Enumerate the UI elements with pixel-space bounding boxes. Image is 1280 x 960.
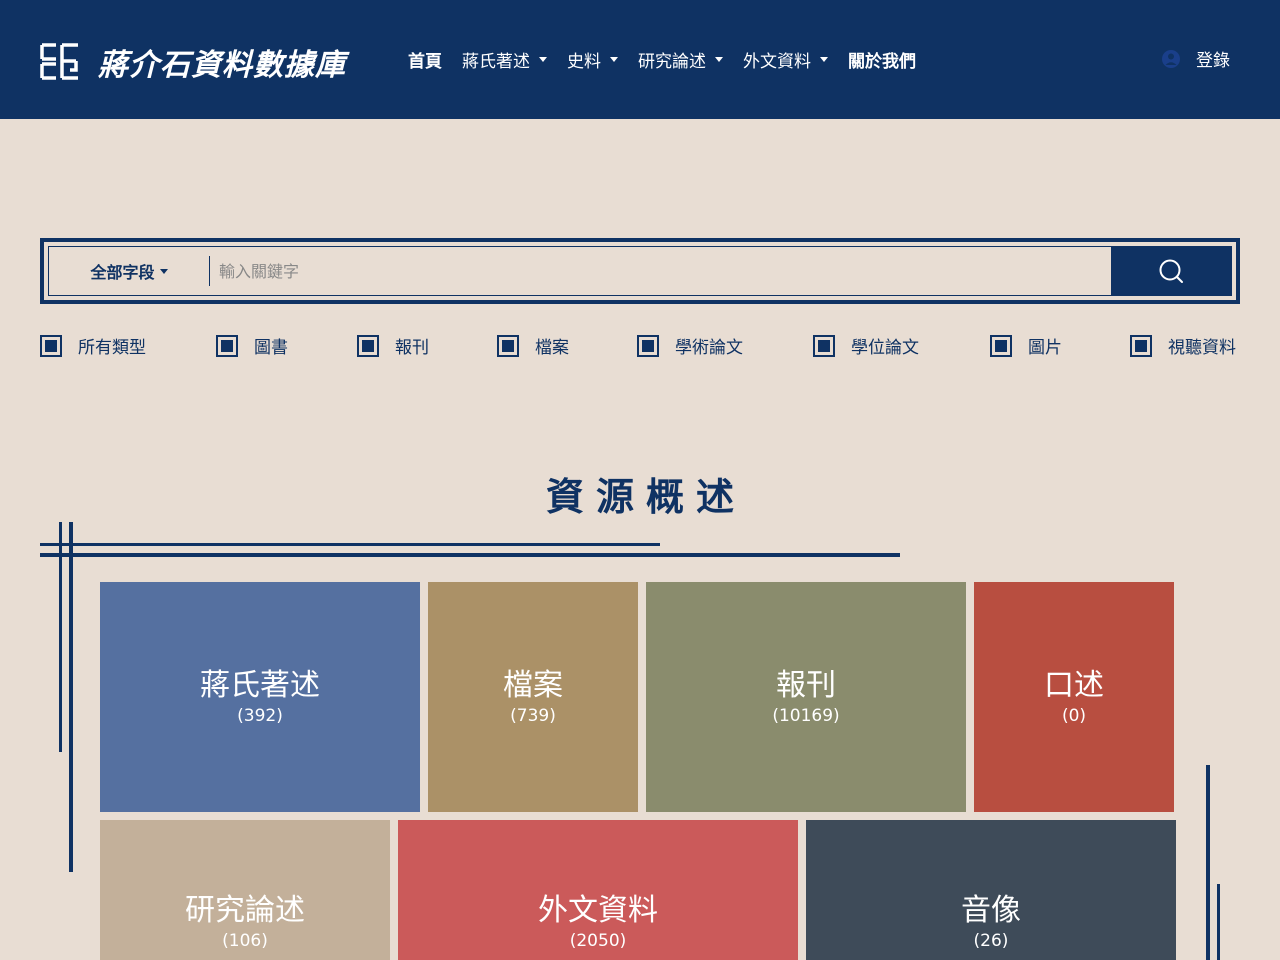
nav-item-label: 蔣氏著述 [462, 51, 530, 72]
filter-periodicals[interactable]: 報刊 [357, 333, 429, 358]
tile-foreign-materials[interactable]: 外文資料 (2050) [398, 820, 798, 960]
filter-label: 學位論文 [851, 338, 919, 358]
checkbox[interactable] [497, 334, 519, 357]
filter-label: 圖片 [1028, 338, 1062, 358]
tile-name: 蔣氏著述 [200, 668, 320, 703]
search-icon [1159, 259, 1183, 283]
tile-name: 檔案 [503, 668, 563, 703]
tile-name: 外文資料 [538, 892, 658, 928]
main-nav: 首頁 蔣氏著述 史料 研究論述 外文資料 關於我們 [408, 46, 936, 72]
tile-name: 研究論述 [185, 892, 305, 928]
filter-label: 報刊 [395, 338, 429, 358]
tile-count: (739) [510, 706, 556, 726]
filter-books[interactable]: 圖書 [216, 333, 288, 358]
tile-count: (2050) [569, 930, 627, 951]
tile-count: (392) [237, 706, 283, 726]
search-field-label: 全部字段 [90, 263, 155, 282]
type-filters: 所有類型 圖書 報刊 檔案 學術論文 學位論文 圖片 視聽資料 [40, 333, 1240, 359]
checkbox[interactable] [990, 334, 1012, 357]
search-field-dropdown[interactable]: 全部字段 [49, 247, 209, 295]
search-inner: 全部字段 [48, 246, 1232, 296]
tile-periodicals[interactable]: 報刊 (10169) [646, 582, 966, 812]
tile-count: (106) [222, 930, 268, 951]
filter-academic-papers[interactable]: 學術論文 [637, 333, 743, 358]
checkbox[interactable] [357, 334, 379, 357]
decor-line [40, 543, 660, 546]
nav-item-chiang-writings[interactable]: 蔣氏著述 [462, 47, 547, 72]
filter-label: 檔案 [535, 338, 569, 358]
nav-item-foreign-materials[interactable]: 外文資料 [743, 47, 828, 72]
tile-count: (10169) [772, 706, 840, 726]
login-link[interactable]: 登錄 [1160, 46, 1230, 71]
search-input[interactable] [219, 247, 1109, 295]
decor-line [1206, 765, 1210, 960]
caret-down-icon [539, 57, 547, 62]
tile-name: 口述 [1044, 668, 1104, 703]
nav-item-about[interactable]: 關於我們 [848, 47, 916, 72]
checkbox[interactable] [40, 334, 62, 357]
filter-label: 所有類型 [78, 338, 146, 358]
decor-line [59, 522, 62, 752]
caret-down-icon [610, 57, 618, 62]
nav-item-label: 研究論述 [638, 51, 706, 72]
filter-all-types[interactable]: 所有類型 [40, 333, 146, 358]
search-bar: 全部字段 [40, 238, 1240, 304]
overview-title: 資源概述 [545, 475, 746, 519]
checkbox[interactable] [813, 334, 835, 357]
tile-audiovisual[interactable]: 音像 (26) [806, 820, 1176, 960]
decor-line [40, 553, 900, 557]
tile-name: 報刊 [776, 668, 836, 703]
tile-count: (0) [1061, 706, 1087, 726]
nav-item-label: 史料 [567, 51, 601, 72]
nav-item-research[interactable]: 研究論述 [638, 47, 723, 72]
tile-oral-history[interactable]: 口述 (0) [974, 582, 1174, 812]
filter-label: 圖書 [254, 338, 288, 358]
site-header: 蔣介石資料數據庫 首頁 蔣氏著述 史料 研究論述 外文資料 關於我們 登錄 [0, 0, 1280, 119]
checkbox[interactable] [1130, 334, 1152, 357]
checkbox[interactable] [637, 334, 659, 357]
tile-archives[interactable]: 檔案 (739) [428, 582, 638, 812]
login-label: 登錄 [1196, 51, 1230, 71]
filter-images[interactable]: 圖片 [990, 333, 1062, 358]
tile-name: 音像 [961, 892, 1021, 928]
search-divider [209, 256, 210, 286]
caret-down-icon [820, 57, 828, 62]
nav-item-label: 關於我們 [848, 51, 916, 72]
nav-item-label: 首頁 [408, 51, 442, 72]
filter-label: 視聽資料 [1168, 338, 1236, 358]
site-title: 蔣介石資料數據庫 [98, 48, 346, 83]
decor-line [69, 522, 73, 872]
filter-archives[interactable]: 檔案 [497, 333, 569, 358]
filter-audiovisual[interactable]: 視聽資料 [1130, 333, 1236, 358]
tile-chiang-writings[interactable]: 蔣氏著述 (392) [100, 582, 420, 812]
caret-down-icon [715, 57, 723, 62]
filter-theses[interactable]: 學位論文 [813, 333, 919, 358]
tile-count: (26) [973, 930, 1009, 951]
checkbox[interactable] [216, 334, 238, 357]
user-icon [1162, 49, 1180, 68]
search-button[interactable] [1111, 247, 1231, 295]
nav-item-label: 外文資料 [743, 51, 811, 72]
site-logo[interactable]: 蔣介石資料數據庫 [40, 40, 346, 84]
nav-item-home[interactable]: 首頁 [408, 47, 442, 72]
nav-item-historical-materials[interactable]: 史料 [567, 47, 618, 72]
caret-down-icon [159, 269, 168, 274]
logo-mark-icon [40, 43, 78, 80]
tile-research[interactable]: 研究論述 (106) [100, 820, 390, 960]
decor-line [1217, 884, 1220, 960]
filter-label: 學術論文 [675, 338, 743, 358]
